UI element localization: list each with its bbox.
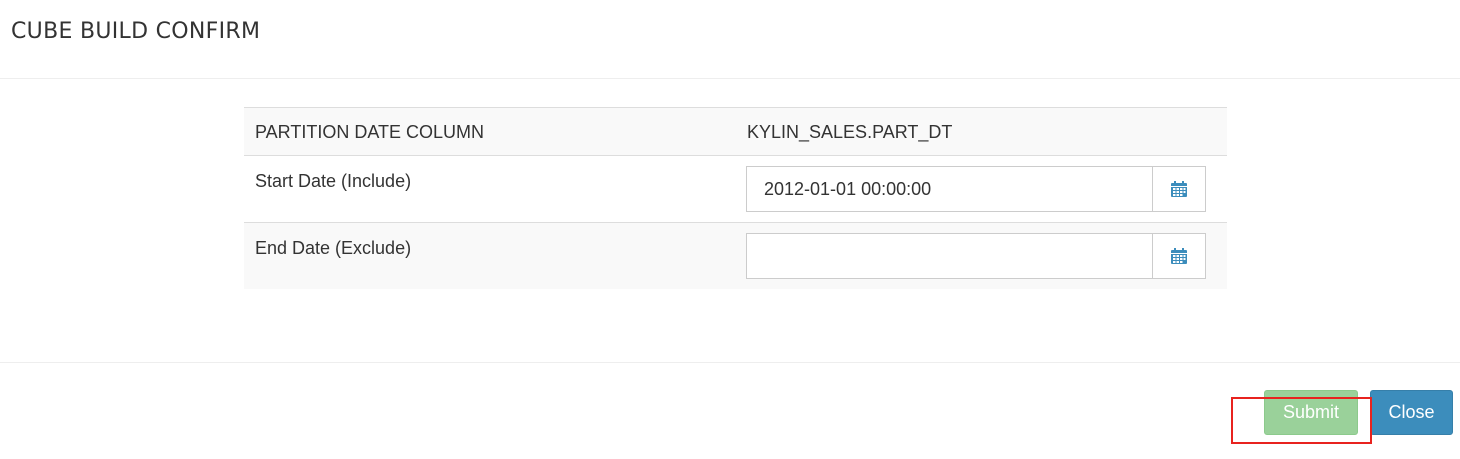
submit-button[interactable]: Submit [1264,390,1358,435]
start-date-label: Start Date (Include) [255,171,412,191]
calendar-icon [1171,248,1187,264]
start-date-input[interactable] [746,166,1152,212]
modal-header: CUBE BUILD CONFIRM [0,0,1460,79]
table-row-end-date: End Date (Exclude) [244,222,1227,289]
end-date-label: End Date (Exclude) [255,238,412,258]
close-button[interactable]: Close [1370,390,1453,435]
table-row-start-date: Start Date (Include) [244,155,1227,222]
modal-footer: Submit Close [0,362,1460,459]
end-date-calendar-button[interactable] [1152,233,1206,279]
build-params-table: PARTITION DATE COLUMN KYLIN_SALES.PART_D… [244,107,1227,289]
cube-build-confirm-modal: CUBE BUILD CONFIRM PARTITION DATE COLUMN… [0,0,1460,459]
partition-date-column-label: PARTITION DATE COLUMN [255,122,485,142]
table-row-partition: PARTITION DATE COLUMN KYLIN_SALES.PART_D… [244,107,1227,155]
start-date-input-group [746,166,1206,212]
partition-date-column-value: KYLIN_SALES.PART_DT [747,122,953,142]
modal-title: CUBE BUILD CONFIRM [11,19,261,44]
start-date-calendar-button[interactable] [1152,166,1206,212]
end-date-input-group [746,233,1206,279]
end-date-input[interactable] [746,233,1152,279]
calendar-icon [1171,181,1187,197]
